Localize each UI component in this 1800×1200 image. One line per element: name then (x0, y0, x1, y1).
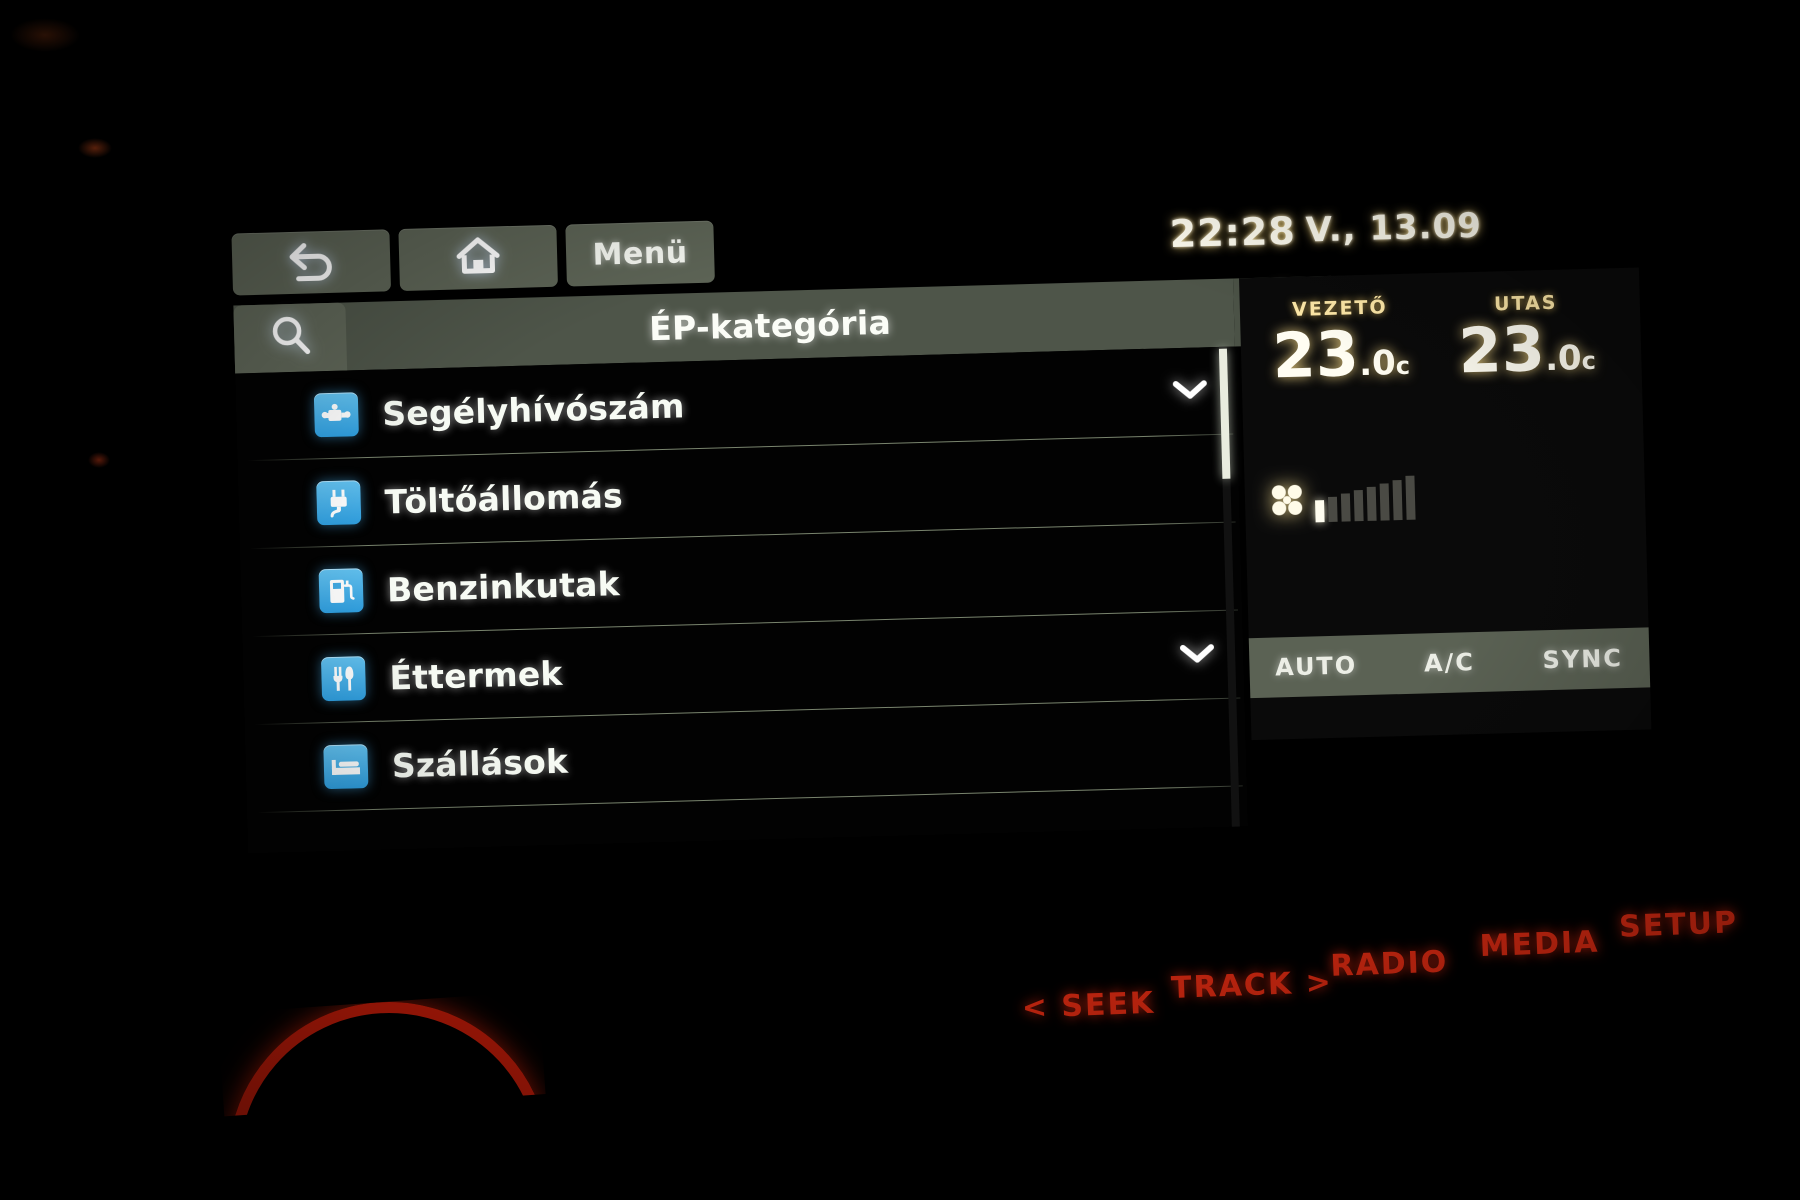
track-key-label[interactable]: TRACK > (1171, 965, 1334, 1006)
passenger-temp-value: 23 (1457, 312, 1546, 388)
list-item-label: Töltőállomás (384, 475, 624, 522)
date-display: V., 13.09 (1305, 205, 1483, 251)
driver-temperature: 23.0c (1250, 317, 1432, 392)
emergency-call-icon (313, 392, 359, 438)
climate-button-row: AUTO A/C SYNC (1248, 627, 1651, 699)
lens-flare (88, 452, 110, 468)
passenger-climate-zone[interactable]: UTAS 23.0c (1436, 290, 1618, 388)
radio-key-label[interactable]: RADIO (1330, 944, 1449, 983)
media-key-label[interactable]: MEDIA (1479, 925, 1600, 965)
fan-speed-indicator[interactable] (1266, 474, 1416, 524)
menu-button-label: Menü (592, 234, 689, 273)
page-title: ÉP-kategória (648, 302, 892, 348)
infotainment-screen: Menü 22:28 V., 13.09 ÉP-kategória Segély… (215, 180, 1652, 868)
lens-flare (10, 18, 80, 52)
setup-key-label[interactable]: SETUP (1618, 905, 1738, 945)
list-item-label: Szállások (391, 741, 569, 785)
home-icon (455, 234, 502, 281)
lens-flare (78, 138, 112, 158)
back-arrow-icon (284, 239, 339, 286)
row-divider (257, 785, 1243, 814)
auto-button[interactable]: AUTO (1249, 651, 1383, 683)
ac-button[interactable]: A/C (1382, 647, 1516, 679)
sync-button[interactable]: SYNC (1516, 643, 1650, 675)
seek-key-label[interactable]: < SEEK (1021, 986, 1156, 1026)
restaurant-cutlery-icon (320, 656, 367, 702)
driver-temp-unit: c (1395, 351, 1411, 381)
menu-button[interactable]: Menü (565, 220, 715, 287)
hard-key-legend-row: < SEEK TRACK > RADIO MEDIA SETUP (0, 905, 1800, 1200)
head-unit-photo: Menü 22:28 V., 13.09 ÉP-kategória Segély… (0, 0, 1800, 1200)
fuel-pump-icon (318, 568, 364, 614)
fan-level-bars (1314, 475, 1416, 523)
passenger-temp-unit: c (1581, 346, 1597, 376)
fan-icon (1267, 481, 1308, 524)
passenger-temperature: 23.0c (1436, 312, 1618, 387)
home-button[interactable] (398, 224, 558, 292)
passenger-temp-decimal: .0 (1544, 338, 1583, 380)
list-item-label: Benzinkutak (386, 563, 621, 609)
chevron-down-icon[interactable] (1177, 641, 1218, 670)
climate-panel: VEZETŐ 23.0c UTAS 23.0c AUTO A/C SYNC (1239, 267, 1652, 741)
driver-temp-decimal: .0 (1358, 343, 1397, 385)
search-icon (267, 312, 314, 363)
chevron-down-icon[interactable] (1170, 377, 1211, 406)
driver-climate-zone[interactable]: VEZETŐ 23.0c (1250, 295, 1432, 392)
back-button[interactable] (231, 229, 392, 296)
search-button[interactable] (233, 302, 348, 374)
clock: 22:28 (1169, 208, 1297, 257)
list-item-label: Segélyhívószám (381, 385, 686, 434)
top-toolbar: Menü (231, 220, 715, 296)
poi-category-list[interactable]: Segélyhívószám Töltőállomás Benzinkutak … (235, 346, 1248, 854)
list-item-label: Éttermek (388, 653, 564, 697)
hotel-bed-icon (323, 744, 369, 790)
ev-charging-plug-icon (316, 480, 362, 526)
driver-temp-value: 23 (1271, 317, 1360, 393)
